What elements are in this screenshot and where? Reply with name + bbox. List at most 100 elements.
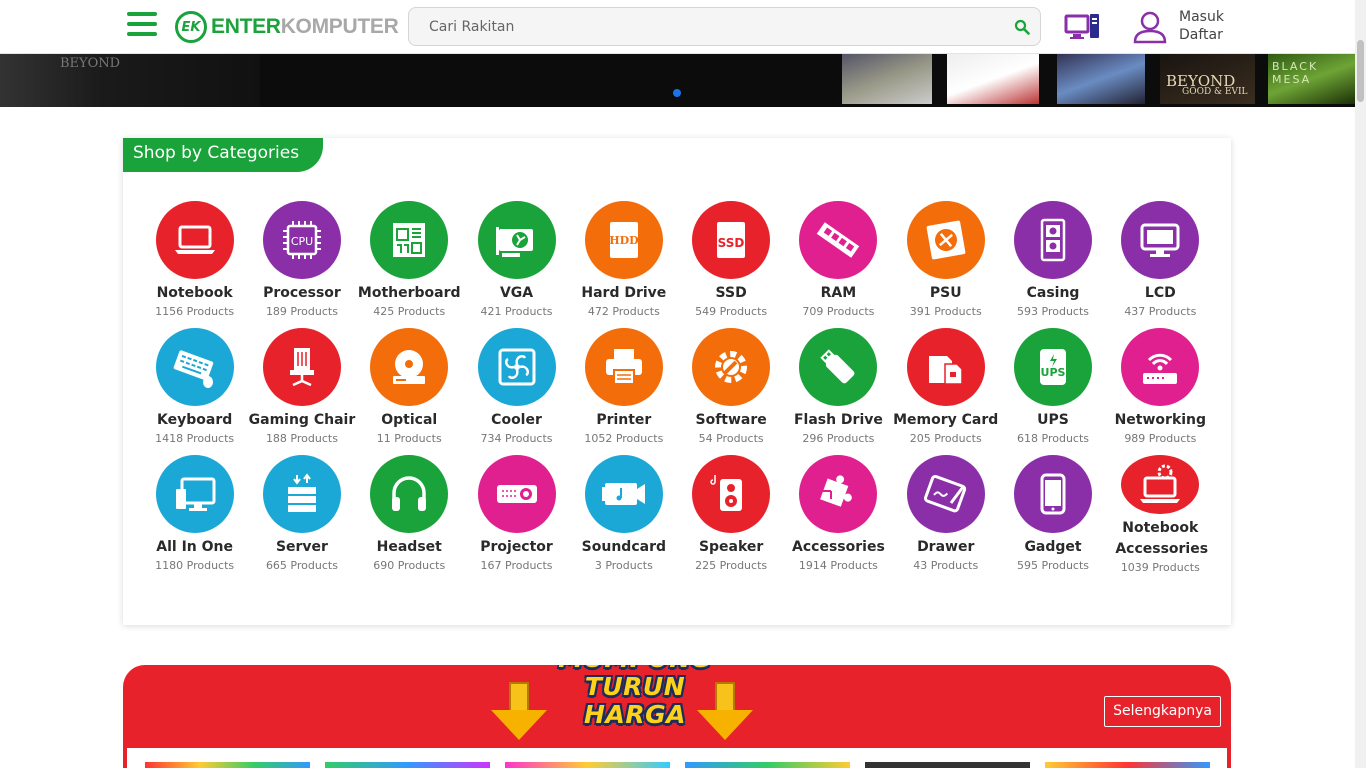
laptop-gear-icon: [1121, 455, 1200, 514]
category-count: 421 Products: [480, 305, 553, 318]
category-notebook[interactable]: Notebook 1156 Products: [141, 201, 248, 320]
router-icon: [1121, 328, 1200, 406]
category-ssd[interactable]: SSD SSD 549 Products: [677, 201, 784, 320]
site-header: EK ENTERKOMPUTER Masuk Daftar: [0, 0, 1355, 54]
product-card[interactable]: [145, 762, 310, 768]
category-name: PSU: [929, 285, 962, 301]
category-count: 472 Products: [587, 305, 660, 318]
category-count: 595 Products: [1017, 559, 1090, 572]
category-name: VGA: [499, 285, 534, 301]
category-soundcard[interactable]: Soundcard 3 Products: [570, 455, 677, 574]
category-count: 1039 Products: [1120, 561, 1200, 574]
promo-section: MUMPUNG TURUN HARGA Selengkapnya: [123, 665, 1231, 768]
category-name: Flash Drive: [793, 412, 883, 428]
register-link[interactable]: Daftar: [1179, 26, 1224, 44]
category-name: RAM: [820, 285, 857, 301]
ups-icon: UPS: [1014, 328, 1093, 406]
banner-thumb: [842, 54, 932, 104]
optical-drive-icon: [370, 328, 449, 406]
scrollbar-thumb[interactable]: [1357, 40, 1364, 102]
category-networking[interactable]: Networking 989 Products: [1107, 328, 1214, 447]
carousel-dot[interactable]: [673, 89, 681, 97]
site-logo[interactable]: EK ENTERKOMPUTER: [175, 11, 399, 43]
category-name: Projector: [480, 539, 553, 555]
pc-builder-icon[interactable]: [1064, 12, 1100, 40]
speaker-icon: [692, 455, 771, 533]
category-name: UPS: [1037, 412, 1069, 428]
category-drawer[interactable]: Drawer 43 Products: [892, 455, 999, 574]
category-count: 549 Products: [695, 305, 768, 318]
gaming-chair-icon: [262, 328, 341, 406]
category-keyboard[interactable]: Keyboard 1418 Products: [141, 328, 248, 447]
category-count: 11 Products: [376, 432, 442, 445]
category-vga[interactable]: VGA 421 Products: [463, 201, 570, 320]
category-all-in-one[interactable]: All In One 1180 Products: [141, 455, 248, 574]
category-name: Gadget: [1024, 539, 1082, 555]
category-name: Software: [695, 412, 767, 428]
category-flash-drive[interactable]: Flash Drive 296 Products: [785, 328, 892, 447]
drawing-tablet-icon: [906, 455, 985, 533]
category-lcd[interactable]: LCD 437 Products: [1107, 201, 1214, 320]
printer-icon: [584, 328, 663, 406]
category-ram[interactable]: RAM 709 Products: [785, 201, 892, 320]
search-input[interactable]: [409, 8, 989, 45]
category-hard-drive[interactable]: HDD Hard Drive 472 Products: [570, 201, 677, 320]
category-name: Motherboard: [357, 285, 461, 301]
hero-banner-carousel[interactable]: BEYOND BEYOND GOOD & EVIL BLACK MESA: [0, 54, 1355, 107]
category-optical[interactable]: Optical 11 Products: [356, 328, 463, 447]
projector-icon: [477, 455, 556, 533]
user-account-icon[interactable]: [1131, 10, 1169, 44]
category-printer[interactable]: Printer 1052 Products: [570, 328, 677, 447]
category-casing[interactable]: Casing 593 Products: [999, 201, 1106, 320]
see-more-button[interactable]: Selengkapnya: [1104, 696, 1221, 727]
categories-title: Shop by Categories: [123, 138, 323, 172]
hamburger-menu-icon[interactable]: [127, 12, 157, 38]
category-count: 225 Products: [695, 559, 768, 572]
category-cooler[interactable]: Cooler 734 Products: [463, 328, 570, 447]
category-projector[interactable]: Projector 167 Products: [463, 455, 570, 574]
category-motherboard[interactable]: Motherboard 425 Products: [356, 201, 463, 320]
category-accessories[interactable]: Accessories 1914 Products: [785, 455, 892, 574]
promo-title-line2: TURUN: [584, 672, 686, 701]
page-scrollbar[interactable]: [1355, 0, 1366, 768]
banner-left-title: BEYOND: [60, 56, 121, 71]
category-notebook-accessories[interactable]: Notebook Accessories 1039 Products: [1107, 455, 1214, 574]
product-card[interactable]: [325, 762, 490, 768]
category-processor[interactable]: CPU Processor 189 Products: [248, 201, 355, 320]
product-card[interactable]: [1045, 762, 1210, 768]
banner-thumb: [1057, 54, 1145, 104]
category-name: Gaming Chair: [248, 412, 356, 428]
category-count: 709 Products: [802, 305, 875, 318]
category-name: Optical: [381, 412, 438, 428]
category-name: Speaker: [698, 539, 764, 555]
category-gaming-chair[interactable]: Gaming Chair 188 Products: [248, 328, 355, 447]
category-name: Printer: [596, 412, 652, 428]
category-headset[interactable]: Headset 690 Products: [356, 455, 463, 574]
banner-game-title: BEYOND GOOD & EVIL: [1166, 72, 1248, 97]
category-speaker[interactable]: Speaker 225 Products: [677, 455, 784, 574]
category-name: Accessories: [792, 539, 885, 555]
category-name: Casing: [1026, 285, 1080, 301]
category-psu[interactable]: PSU 391 Products: [892, 201, 999, 320]
category-count: 618 Products: [1017, 432, 1090, 445]
user-links: Masuk Daftar: [1179, 8, 1224, 44]
category-count: 437 Products: [1124, 305, 1197, 318]
all-in-one-icon: [155, 455, 234, 533]
category-memory-card[interactable]: Memory Card 205 Products: [892, 328, 999, 447]
category-software[interactable]: Software 54 Products: [677, 328, 784, 447]
product-card[interactable]: [685, 762, 850, 768]
promo-title: MUMPUNG TURUN HARGA: [519, 665, 751, 729]
category-name: Memory Card: [893, 412, 999, 428]
category-server[interactable]: Server 665 Products: [248, 455, 355, 574]
category-ups[interactable]: UPS UPS 618 Products: [999, 328, 1106, 447]
login-link[interactable]: Masuk: [1179, 8, 1224, 26]
product-card[interactable]: [865, 762, 1030, 768]
category-count: 665 Products: [265, 559, 338, 572]
category-gadget[interactable]: Gadget 595 Products: [999, 455, 1106, 574]
motherboard-icon: [370, 201, 449, 279]
category-count: 188 Products: [265, 432, 338, 445]
product-card[interactable]: [505, 762, 670, 768]
svg-text:CPU: CPU: [291, 235, 313, 248]
banner-thumb: [947, 54, 1039, 104]
search-icon[interactable]: [1014, 19, 1030, 35]
